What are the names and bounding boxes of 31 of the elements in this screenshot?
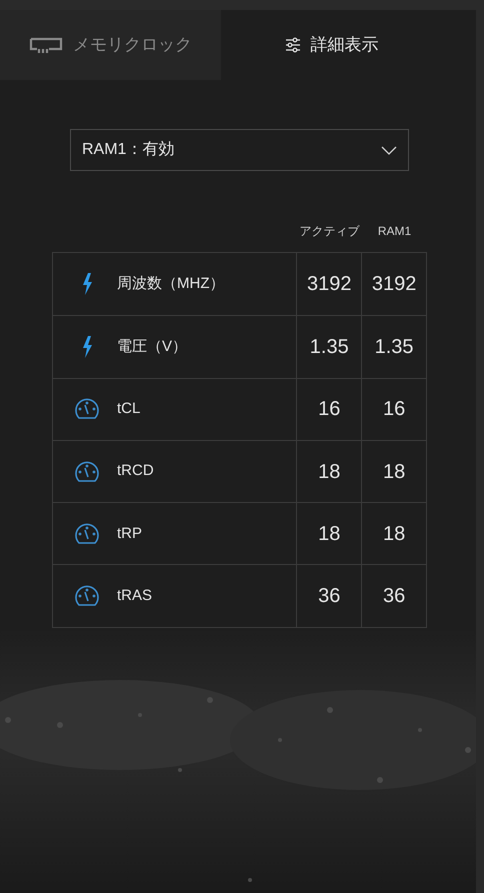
gauge-icon (74, 460, 100, 483)
table-cell-text: 36 (382, 584, 406, 610)
row-label: 電圧（V） (117, 336, 188, 357)
table-cell-text: 3192 (307, 272, 352, 298)
table-cell-text: 16 (382, 397, 406, 422)
row-label: tRCD (117, 461, 154, 482)
gauge-icon (74, 398, 100, 420)
row-label: tRAS (117, 586, 152, 606)
gauge-icon (74, 522, 100, 545)
chevron-down-icon (381, 146, 397, 154)
tab[interactable]: メモリクロック (0, 10, 221, 80)
column-header: アクティブ (300, 223, 360, 240)
row-label: 周波数（MHZ） (117, 274, 224, 294)
table-cell-text: 18 (382, 460, 406, 485)
table-cell-text: 16 (318, 397, 340, 422)
table-cell-text: 36 (318, 584, 340, 610)
lightning-icon (80, 336, 92, 358)
table-cell-text: 3192 (372, 272, 416, 298)
table-cell-text: 18 (382, 522, 406, 547)
lightning-icon (80, 273, 92, 296)
dropdown[interactable]: RAM1：有効 (70, 129, 409, 171)
row-label: tRP (117, 524, 142, 544)
table-cell-text: 18 (318, 460, 340, 485)
sliders-icon (284, 37, 300, 53)
memory-chip-icon (29, 35, 63, 55)
table-cell-text: 1.35 (374, 334, 414, 360)
table-cell-text: 18 (318, 522, 340, 547)
gauge-icon (74, 585, 100, 608)
table-cell-text: 1.35 (310, 334, 349, 360)
row-label: tCL (117, 398, 140, 419)
column-header: RAM1 (378, 223, 412, 240)
